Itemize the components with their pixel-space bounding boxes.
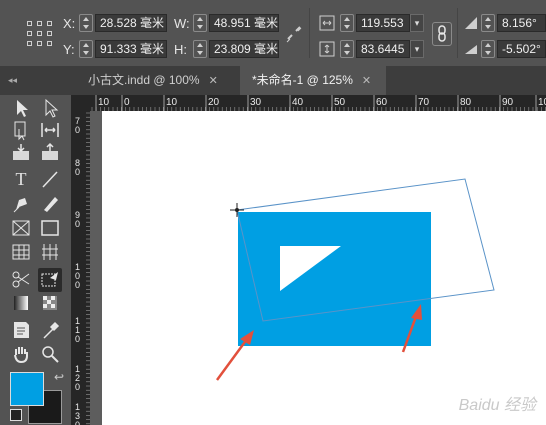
tab-untitled-1[interactable]: *未命名-1 @ 125% ✕	[240, 66, 386, 95]
shear-stepper[interactable]	[481, 40, 495, 58]
eyedropper-tool-icon[interactable]	[39, 319, 61, 341]
y-field[interactable]: 91.333 毫米	[95, 40, 167, 58]
control-panel: X: 28.528 毫米 Y: 91.333 毫米 W: 48.951 毫米 H…	[0, 0, 546, 66]
ruler-label: 0	[75, 382, 80, 392]
reference-point-icon[interactable]	[27, 21, 53, 47]
close-icon[interactable]: ✕	[362, 75, 371, 87]
h-stepper[interactable]	[193, 40, 207, 58]
hand-tool-icon[interactable]	[10, 343, 32, 365]
ruler-label: 70	[418, 97, 430, 108]
ruler-label: 0	[124, 97, 130, 108]
w-label: W:	[174, 16, 190, 31]
content-collector-icon[interactable]	[10, 142, 32, 164]
ruler-label: 60	[376, 97, 388, 108]
x-stepper[interactable]	[79, 14, 93, 32]
document-canvas[interactable]: Baidu 经验	[90, 111, 546, 425]
ruler-label: 0	[75, 167, 80, 177]
tab-label: *未命名-1 @ 125%	[252, 73, 353, 87]
ruler-origin[interactable]	[71, 95, 90, 111]
selection-tool-icon[interactable]	[10, 97, 32, 119]
collapse-panels-icon[interactable]: ◂◂	[8, 66, 17, 95]
zoom-tool-icon[interactable]	[39, 343, 61, 365]
y-label: Y:	[63, 42, 75, 57]
constrain-proportions-icon[interactable]	[284, 25, 304, 45]
gap-tool-icon[interactable]	[39, 119, 61, 141]
rotate-field[interactable]: 8.156°	[497, 14, 546, 32]
ruler-label: 0	[75, 125, 80, 135]
table-tool-icon[interactable]	[10, 241, 32, 263]
shear-icon	[465, 45, 477, 54]
line-tool-icon[interactable]	[39, 168, 61, 190]
scale-x-stepper[interactable]	[340, 14, 354, 32]
rotate-icon	[465, 17, 477, 29]
scissors-tool-icon[interactable]	[10, 268, 32, 290]
ruler-label: 0	[75, 280, 80, 290]
x-field[interactable]: 28.528 毫米	[95, 14, 167, 32]
pasteboard-edge	[90, 111, 102, 425]
x-label: X:	[63, 16, 76, 31]
ruler-label: 10	[98, 97, 110, 108]
pencil-tool-icon[interactable]	[39, 192, 61, 214]
scale-y-field[interactable]: 83.6445	[356, 40, 410, 58]
rectangle-frame-tool-icon[interactable]	[10, 217, 32, 239]
rotate-stepper[interactable]	[481, 14, 495, 32]
ruler-label: 40	[292, 97, 304, 108]
w-stepper[interactable]	[193, 14, 207, 32]
tab-xiaoguwen[interactable]: 小古文.indd @ 100% ✕	[76, 66, 238, 95]
ruler-label: 50	[334, 97, 346, 108]
pen-tool-icon[interactable]	[10, 192, 32, 214]
ruler-label: 10	[166, 97, 178, 108]
swap-fill-stroke-icon[interactable]: ↩	[54, 370, 64, 384]
page-tool-icon[interactable]	[10, 119, 32, 141]
close-icon[interactable]: ✕	[209, 75, 218, 87]
scale-y-icon	[319, 41, 335, 57]
annotation-arrow-left	[215, 330, 254, 381]
scale-x-field[interactable]: 119.553	[356, 14, 410, 32]
ruler-label: 0	[75, 420, 80, 425]
tab-label: 小古文.indd @ 100%	[88, 73, 200, 87]
separator	[457, 8, 458, 58]
note-tool-icon[interactable]	[10, 319, 32, 341]
rectangle-tool-icon[interactable]	[39, 217, 61, 239]
gradient-feather-tool-icon[interactable]	[39, 292, 61, 314]
gradient-swatch-tool-icon[interactable]	[10, 292, 32, 314]
ruler-label: 80	[460, 97, 472, 108]
free-transform-glyph	[41, 272, 58, 287]
shear-field[interactable]: -5.502°	[497, 40, 546, 58]
content-placer-icon[interactable]	[39, 142, 61, 164]
w-field[interactable]: 48.951 毫米	[209, 14, 279, 32]
constrain-scale-button[interactable]	[432, 22, 452, 46]
grid-tool-icon[interactable]	[39, 241, 61, 263]
scale-x-icon	[319, 15, 335, 31]
scale-x-dropdown[interactable]: ▾	[410, 14, 424, 32]
scale-y-stepper[interactable]	[340, 40, 354, 58]
type-tool-icon[interactable]: T	[10, 168, 32, 190]
ruler-label: 20	[208, 97, 220, 108]
ruler-label: 30	[250, 97, 262, 108]
ruler-label: 90	[502, 97, 514, 108]
h-label: H:	[174, 42, 187, 57]
direct-selection-tool-icon[interactable]	[39, 97, 61, 119]
vertical-ruler: 708090100110120130	[71, 111, 90, 425]
ruler-label: 100	[538, 97, 546, 108]
watermark: Baidu 经验	[458, 397, 536, 414]
ruler-label: 0	[75, 334, 80, 344]
blue-rectangle[interactable]	[238, 212, 431, 346]
page-artwork	[215, 178, 495, 381]
free-transform-tool-icon[interactable]	[38, 268, 62, 292]
ruler-label: 0	[75, 219, 80, 229]
y-stepper[interactable]	[79, 40, 93, 58]
document-tab-bar: ◂◂ 小古文.indd @ 100% ✕ *未命名-1 @ 125% ✕	[0, 66, 546, 95]
link-icon	[438, 25, 446, 42]
h-field[interactable]: 23.809 毫米	[209, 40, 279, 58]
horizontal-ruler: 100102030405060708090100	[90, 95, 546, 111]
separator	[309, 8, 310, 58]
scale-y-dropdown[interactable]: ▾	[410, 40, 424, 58]
tools-panel: T ↩	[0, 95, 71, 425]
fill-swatch[interactable]	[10, 372, 44, 406]
default-fill-stroke-icon[interactable]	[10, 409, 22, 421]
